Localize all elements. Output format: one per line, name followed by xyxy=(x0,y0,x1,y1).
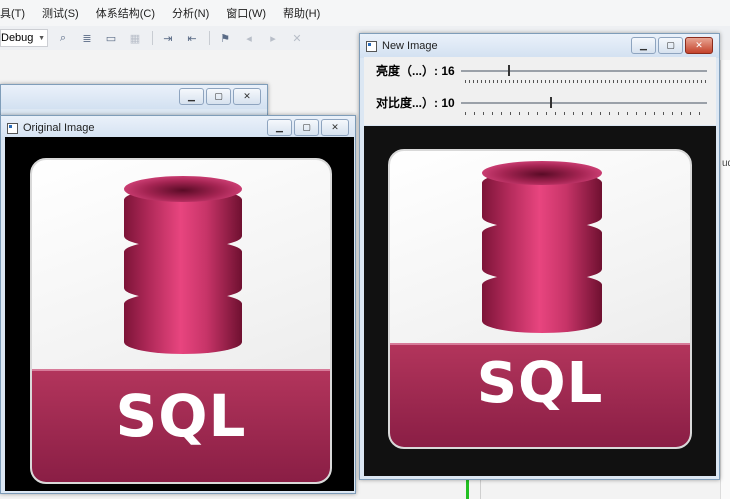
contrast-label: 对比度...）: 10 xyxy=(376,96,455,110)
menu-tools[interactable]: 具(T) xyxy=(0,5,25,21)
sql-icon-text: SQL xyxy=(476,351,604,416)
maximize-button[interactable]: ▢ xyxy=(206,88,231,105)
chevron-down-icon: ▼ xyxy=(38,34,45,42)
ide-side-text: ud xyxy=(722,158,730,169)
new-image-window[interactable]: New Image ▁ ▢ ✕ 亮度（...）: 16 对比度...）: 10 … xyxy=(359,33,720,480)
original-image-window[interactable]: Original Image ▁ ▢ ✕ SQL xyxy=(0,115,356,494)
window-title: Original Image xyxy=(23,122,95,134)
bookmark-next-icon[interactable]: ▸ xyxy=(266,31,280,45)
close-button[interactable]: ✕ xyxy=(233,88,261,105)
new-image-titlebar[interactable]: New Image ▁ ▢ ✕ xyxy=(360,34,719,58)
menu-analyze[interactable]: 分析(N) xyxy=(172,5,209,21)
new-image-canvas: SQL xyxy=(364,126,716,476)
configuration-select[interactable]: Debug ▼ xyxy=(0,29,48,47)
original-image-canvas: SQL xyxy=(5,137,354,491)
bookmark-clear-icon[interactable]: ✕ xyxy=(290,31,304,45)
indent-icon[interactable]: ⇥ xyxy=(161,31,175,45)
maximize-button[interactable]: ▢ xyxy=(658,37,683,54)
database-cylinder-segment xyxy=(482,273,602,333)
brightness-label: 亮度（...）: 16 xyxy=(376,64,455,78)
bookmark-icon[interactable]: ≣ xyxy=(80,31,94,45)
minimize-button[interactable]: ▁ xyxy=(267,119,292,136)
trackbar-panel: 亮度（...）: 16 对比度...）: 10 xyxy=(364,57,716,125)
brightness-ticks xyxy=(465,80,707,83)
contrast-track[interactable] xyxy=(461,102,707,104)
database-cylinder-segment xyxy=(124,240,242,300)
ide-side-panel xyxy=(720,60,730,499)
sql-database-icon: SQL xyxy=(30,158,332,484)
close-button[interactable]: ✕ xyxy=(685,37,713,54)
ide-status-indicator xyxy=(466,480,469,499)
close-button[interactable]: ✕ xyxy=(321,119,349,136)
database-cylinder-top xyxy=(124,176,242,202)
configuration-value: Debug xyxy=(1,32,34,44)
toolbar-separator xyxy=(152,31,153,45)
disabled-icon[interactable]: ▦ xyxy=(128,31,142,45)
folder-icon[interactable]: ▭ xyxy=(104,31,118,45)
database-cylinder-segment xyxy=(482,221,602,281)
brightness-track[interactable] xyxy=(461,70,707,72)
contrast-trackbar: 对比度...）: 10 xyxy=(364,92,716,122)
menu-window[interactable]: 窗口(W) xyxy=(226,5,266,21)
menu-bar: 具(T) 测试(S) 体系结构(C) 分析(N) 窗口(W) 帮助(H) xyxy=(0,0,730,26)
menu-help[interactable]: 帮助(H) xyxy=(283,5,320,21)
window-icon xyxy=(7,122,18,134)
brightness-slider-thumb[interactable] xyxy=(508,65,510,76)
background-window[interactable]: ▁ ▢ ✕ xyxy=(0,84,268,116)
menu-architecture[interactable]: 体系结构(C) xyxy=(96,5,155,21)
window-title: New Image xyxy=(382,40,438,52)
contrast-ticks xyxy=(465,112,707,115)
find-icon[interactable]: ⌕ xyxy=(56,31,70,45)
menu-test[interactable]: 测试(S) xyxy=(42,5,79,21)
window-icon xyxy=(366,40,377,52)
toolbar-separator xyxy=(209,31,210,45)
database-cylinder-top xyxy=(482,161,602,185)
minimize-button[interactable]: ▁ xyxy=(179,88,204,105)
bookmark-prev-icon[interactable]: ◂ xyxy=(242,31,256,45)
minimize-button[interactable]: ▁ xyxy=(631,37,656,54)
sql-icon-text: SQL xyxy=(115,382,247,450)
brightness-trackbar: 亮度（...）: 16 xyxy=(364,60,716,90)
maximize-button[interactable]: ▢ xyxy=(294,119,319,136)
sql-database-icon: SQL xyxy=(388,149,692,449)
outdent-icon[interactable]: ⇤ xyxy=(185,31,199,45)
background-window-titlebar[interactable]: ▁ ▢ ✕ xyxy=(1,85,267,109)
ide-divider xyxy=(480,478,481,499)
database-cylinder-segment xyxy=(124,292,242,354)
contrast-slider-thumb[interactable] xyxy=(550,97,552,108)
bookmark-flag-icon[interactable]: ⚑ xyxy=(218,31,232,45)
